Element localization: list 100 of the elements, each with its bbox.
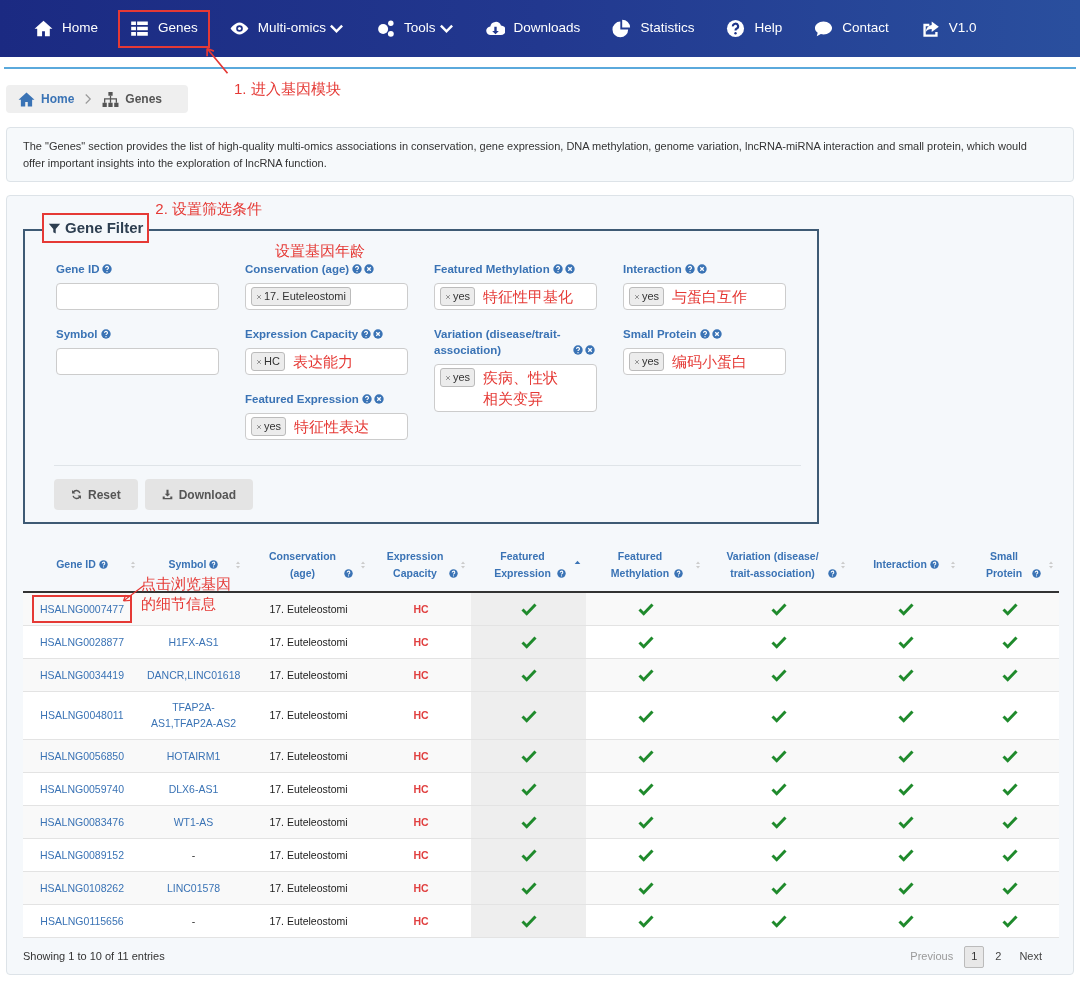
column-header[interactable]: Expression Capacity [384,547,446,582]
help-icon[interactable] [361,394,372,404]
symbol-link[interactable]: DANCR,LINC01618 [141,658,246,691]
gene-link[interactable]: HSALNG0007477 [31,594,133,623]
nav-link[interactable]: V1.0 [908,9,989,48]
column-header[interactable]: Gene ID [56,556,96,573]
gene-link[interactable]: HSALNG0034419 [31,660,133,689]
help-icon[interactable] [449,568,458,578]
nav-link[interactable]: Genes [118,9,210,48]
column-header[interactable]: Symbol [168,556,207,573]
symbol-link[interactable]: DLX6-AS1 [141,772,246,805]
gene-link[interactable]: HSALNG0108262 [31,873,133,902]
help-icon[interactable] [100,329,111,339]
entries-info: Showing 1 to 10 of 11 entries [23,949,165,965]
select-field[interactable]: yes 特征性表达 [245,413,408,440]
column-header[interactable]: Small Protein [979,547,1029,582]
refresh-icon [71,489,82,500]
help-icon[interactable] [98,560,108,569]
help-icon[interactable] [573,345,583,355]
column-header[interactable]: Featured Methylation [609,547,671,582]
select-field[interactable]: yes 编码小蛋白 [623,348,786,375]
gene-link[interactable]: HSALNG0056850 [31,741,133,770]
table-cell: - [141,904,246,937]
remove-icon[interactable] [256,358,262,365]
help-icon[interactable] [684,264,695,274]
nav-link[interactable]: Help [714,9,795,48]
gene-link[interactable]: HSALNG0059740 [31,774,133,803]
home-icon [34,19,53,38]
remove-icon[interactable] [445,374,451,381]
help-icon[interactable] [102,264,113,274]
help-icon [726,19,746,38]
select-field[interactable]: yes 疾病、性状相关变异 [434,364,597,412]
table-cell: 17. Euteleostomi [246,691,371,739]
help-icon[interactable] [556,568,566,578]
pie-chart-icon [612,19,632,38]
column-header[interactable]: Variation (disease/ trait-association) [720,547,825,582]
filter-icon [48,221,61,235]
annotation-text: 点击浏览基因的细节信息 [141,574,232,614]
clear-icon[interactable] [364,264,375,274]
tag-label: yes [453,289,471,305]
select-field[interactable]: yes 特征性甲基化 [434,283,597,310]
remove-icon[interactable] [256,293,262,300]
symbol-link[interactable]: TFAP2A-AS1,TFAP2A-AS2 [141,691,246,739]
action-button[interactable]: Download [144,479,253,510]
gene-link[interactable]: HSALNG0115656 [32,906,132,935]
input-field[interactable] [56,348,219,375]
help-icon[interactable] [552,264,563,274]
nav-link[interactable]: Home [22,9,110,48]
pagination-link[interactable]: 1 [964,945,985,968]
nav-link[interactable]: Multi-omics [217,9,357,48]
field-label: Interaction [623,262,682,277]
column-header[interactable]: Interaction [873,556,927,573]
help-icon[interactable] [209,560,219,569]
help-icon[interactable] [929,560,939,569]
annotation-text: 编码小蛋白 [672,352,748,372]
gene-link[interactable]: HSALNG0048011 [32,701,132,729]
breadcrumb-link[interactable]: Home [18,90,75,108]
help-icon[interactable] [343,568,353,578]
action-button[interactable]: Reset [54,479,138,510]
help-icon[interactable] [352,264,363,274]
gene-link[interactable]: HSALNG0083476 [31,807,133,836]
clear-icon[interactable] [373,394,384,404]
gene-link[interactable]: HSALNG0089152 [31,840,133,869]
remove-icon[interactable] [634,293,640,300]
table-cell: HC [371,838,471,871]
tag-label: 17. Euteleostomi [264,289,346,305]
help-icon[interactable] [361,329,372,339]
gene-link[interactable]: HSALNG0028877 [31,627,133,656]
select-field[interactable]: 17. Euteleostomi [245,283,408,310]
symbol-link[interactable]: WT1-AS [141,805,246,838]
nav-link[interactable]: Downloads [473,9,593,48]
remove-icon[interactable] [256,423,262,430]
select-field[interactable]: yes 与蛋白互作 [623,283,786,310]
breadcrumb-link[interactable]: Genes [102,90,163,108]
column-header[interactable]: Featured Expression [491,547,554,582]
help-icon[interactable] [1032,568,1041,578]
pagination-link[interactable]: Next [1012,945,1049,968]
remove-icon[interactable] [634,358,640,365]
help-icon[interactable] [674,568,683,578]
column-header[interactable]: Conservation (age) [264,547,341,582]
symbol-link[interactable]: HOTAIRM1 [141,739,246,772]
help-icon[interactable] [827,568,837,578]
annotation-text: 1. 进入基因模块 [234,78,341,99]
share-icon [920,19,940,38]
nav-link[interactable]: Statistics [600,9,707,48]
symbol-link[interactable]: LINC01578 [141,871,246,904]
help-icon[interactable] [699,329,710,339]
clear-icon[interactable] [373,329,384,339]
home-icon [18,90,35,108]
nav-link[interactable]: Contact [802,9,901,48]
clear-icon[interactable] [585,345,595,355]
nav-link[interactable]: Tools [364,9,466,48]
select-field[interactable]: HC 表达能力 [245,348,408,375]
remove-icon[interactable] [445,293,451,300]
pagination-link[interactable]: 2 [988,945,1009,968]
clear-icon[interactable] [711,329,722,339]
input-field[interactable] [56,283,219,310]
symbol-link[interactable]: H1FX-AS1 [141,625,246,658]
clear-icon[interactable] [564,264,575,274]
clear-icon[interactable] [696,264,707,274]
